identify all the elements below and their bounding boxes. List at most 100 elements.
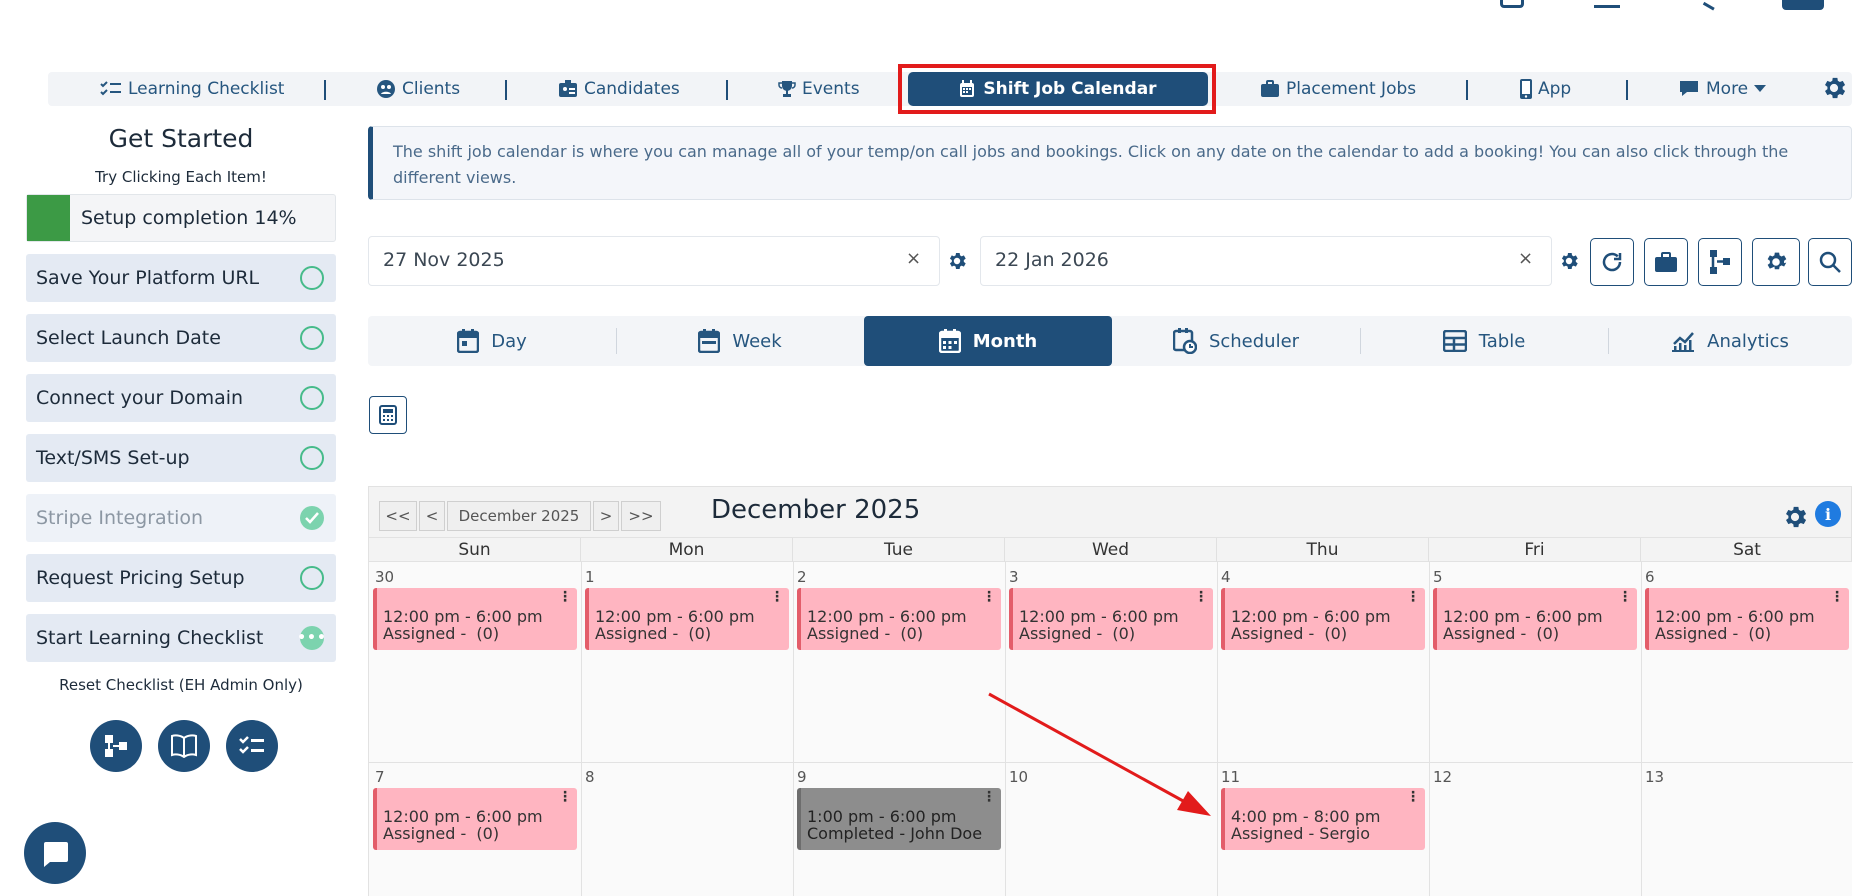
checklist-item-pricing[interactable]: Request Pricing Setup <box>26 554 336 602</box>
top-toolbar-icon[interactable] <box>1500 0 1524 8</box>
hierarchy-button[interactable] <box>1698 238 1742 286</box>
caret-down-icon <box>1754 85 1767 93</box>
day-number[interactable]: 5 <box>1433 568 1443 586</box>
day-number[interactable]: 8 <box>585 768 595 786</box>
event-menu-icon[interactable]: ⋮ <box>558 790 572 804</box>
book-icon[interactable] <box>158 720 210 772</box>
search-button[interactable] <box>1808 238 1852 286</box>
calendar-month-icon <box>938 329 961 353</box>
nav-item-clients[interactable]: Clients <box>376 72 460 106</box>
event-menu-icon[interactable]: ⋮ <box>1830 590 1844 604</box>
event-status: Assigned - (0) <box>383 824 500 843</box>
shift-event[interactable]: ⋮ 4:00 pm - 8:00 pm Assigned - Sergio <box>1221 788 1425 850</box>
day-number[interactable]: 30 <box>375 568 394 586</box>
nav-item-events[interactable]: Events <box>778 72 860 106</box>
end-date-input[interactable]: 22 Jan 2026 <box>980 236 1552 286</box>
calendar-settings-gear-icon[interactable] <box>1781 503 1809 531</box>
prev-month-button[interactable]: < <box>419 501 445 531</box>
next-month-button[interactable]: > <box>593 501 619 531</box>
tab-week[interactable]: Week <box>616 316 864 366</box>
event-status: Assigned - (0) <box>1019 624 1136 643</box>
day-number[interactable]: 2 <box>797 568 807 586</box>
event-menu-icon[interactable]: ⋮ <box>1406 790 1420 804</box>
prev-year-button[interactable]: << <box>379 501 417 531</box>
nav-item-shift-job-calendar[interactable]: Shift Job Calendar <box>908 72 1208 106</box>
end-date-gear-icon[interactable] <box>1558 250 1580 272</box>
event-menu-icon[interactable]: ⋮ <box>1618 590 1632 604</box>
tab-analytics[interactable]: Analytics <box>1608 316 1852 366</box>
checklist-item-launch-date[interactable]: Select Launch Date <box>26 314 336 362</box>
event-menu-icon[interactable]: ⋮ <box>770 590 784 604</box>
jobs-button[interactable] <box>1644 238 1688 286</box>
tab-label: Analytics <box>1707 330 1789 352</box>
tab-day[interactable]: Day <box>368 316 616 366</box>
shift-event[interactable]: ⋮ 12:00 pm - 6:00 pm Assigned - (0) <box>797 588 1001 650</box>
checklist-item-domain[interactable]: Connect your Domain <box>26 374 336 422</box>
settings-button[interactable] <box>1752 238 1800 286</box>
nav-settings-gear-icon[interactable] <box>1820 74 1848 102</box>
shift-event[interactable]: ⋮ 12:00 pm - 6:00 pm Assigned - (0) <box>1221 588 1425 650</box>
checklist-item-learning[interactable]: Start Learning Checklist ••• <box>26 614 336 662</box>
shift-event[interactable]: ⋮ 12:00 pm - 6:00 pm Assigned - (0) <box>1009 588 1213 650</box>
nav-label: Placement Jobs <box>1286 79 1417 99</box>
day-number[interactable]: 7 <box>375 768 385 786</box>
clear-end-date-button[interactable]: × <box>1518 248 1533 269</box>
tab-month[interactable]: Month <box>864 316 1112 366</box>
day-number[interactable]: 1 <box>585 568 595 586</box>
month-picker-button[interactable]: December 2025 <box>447 501 591 531</box>
day-number[interactable]: 13 <box>1645 768 1664 786</box>
shift-event[interactable]: ⋮ 12:00 pm - 6:00 pm Assigned - (0) <box>373 788 577 850</box>
nav-item-candidates[interactable]: Candidates <box>558 72 680 106</box>
tab-scheduler[interactable]: Scheduler <box>1112 316 1360 366</box>
chat-launcher-button[interactable] <box>24 822 86 884</box>
clear-start-date-button[interactable]: × <box>906 248 921 269</box>
event-time: 1:00 pm - 6:00 pm <box>807 807 957 826</box>
event-menu-icon[interactable]: ⋮ <box>982 590 996 604</box>
calendar-week-icon <box>698 329 721 353</box>
calendar-info-icon[interactable]: i <box>1815 501 1841 527</box>
grid-line <box>1429 562 1430 896</box>
event-menu-icon[interactable]: ⋮ <box>1406 590 1420 604</box>
day-number[interactable]: 12 <box>1433 768 1452 786</box>
nav-item-placement-jobs[interactable]: Placement Jobs <box>1260 72 1416 106</box>
grid-line <box>581 562 582 896</box>
tab-table[interactable]: Table <box>1360 316 1608 366</box>
checklist-item-platform-url[interactable]: Save Your Platform URL <box>26 254 336 302</box>
day-number[interactable]: 3 <box>1009 568 1019 586</box>
start-date-gear-icon[interactable] <box>946 250 968 272</box>
refresh-button[interactable] <box>1590 238 1634 286</box>
nav-item-app[interactable]: App <box>1520 72 1571 106</box>
nav-item-more[interactable]: More <box>1678 72 1767 106</box>
calculator-button[interactable] <box>369 396 407 434</box>
reset-checklist-link[interactable]: Reset Checklist (EH Admin Only) <box>26 676 336 694</box>
checklist-circle-icon[interactable] <box>226 720 278 772</box>
clients-icon <box>376 79 396 99</box>
day-number[interactable]: 4 <box>1221 568 1231 586</box>
event-status: Assigned - (0) <box>1231 624 1348 643</box>
top-profile-icon[interactable] <box>1782 0 1824 10</box>
view-tabs: Day Week Month Scheduler Table Analytics <box>368 316 1852 366</box>
top-toolbar-icon[interactable] <box>1594 0 1620 8</box>
next-year-button[interactable]: >> <box>621 501 661 531</box>
shift-event[interactable]: ⋮ 12:00 pm - 6:00 pm Assigned - (0) <box>1433 588 1637 650</box>
sidebar-title: Get Started <box>108 124 254 153</box>
day-number[interactable]: 6 <box>1645 568 1655 586</box>
day-number[interactable]: 9 <box>797 768 807 786</box>
nav-item-learning-checklist[interactable]: Learning Checklist <box>100 72 284 106</box>
checklist-item-stripe[interactable]: Stripe Integration <box>26 494 336 542</box>
event-time: 12:00 pm - 6:00 pm <box>1231 607 1391 626</box>
shift-event[interactable]: ⋮ 12:00 pm - 6:00 pm Assigned - (0) <box>585 588 789 650</box>
nav-divider <box>324 80 326 100</box>
calculator-icon <box>378 405 398 425</box>
checklist-item-label: Connect your Domain <box>36 387 244 409</box>
checklist-item-sms[interactable]: Text/SMS Set-up <box>26 434 336 482</box>
shift-event-completed[interactable]: ⋮ 1:00 pm - 6:00 pm Completed - John Doe <box>797 788 1001 850</box>
todo-circle-icon <box>300 266 324 290</box>
event-menu-icon[interactable]: ⋮ <box>558 590 572 604</box>
start-date-input[interactable]: 27 Nov 2025 <box>368 236 940 286</box>
sitemap-icon[interactable] <box>90 720 142 772</box>
top-search-icon[interactable] <box>1702 0 1718 11</box>
shift-event[interactable]: ⋮ 12:00 pm - 6:00 pm Assigned - (0) <box>373 588 577 650</box>
event-menu-icon[interactable]: ⋮ <box>1194 590 1208 604</box>
shift-event[interactable]: ⋮ 12:00 pm - 6:00 pm Assigned - (0) <box>1645 588 1849 650</box>
